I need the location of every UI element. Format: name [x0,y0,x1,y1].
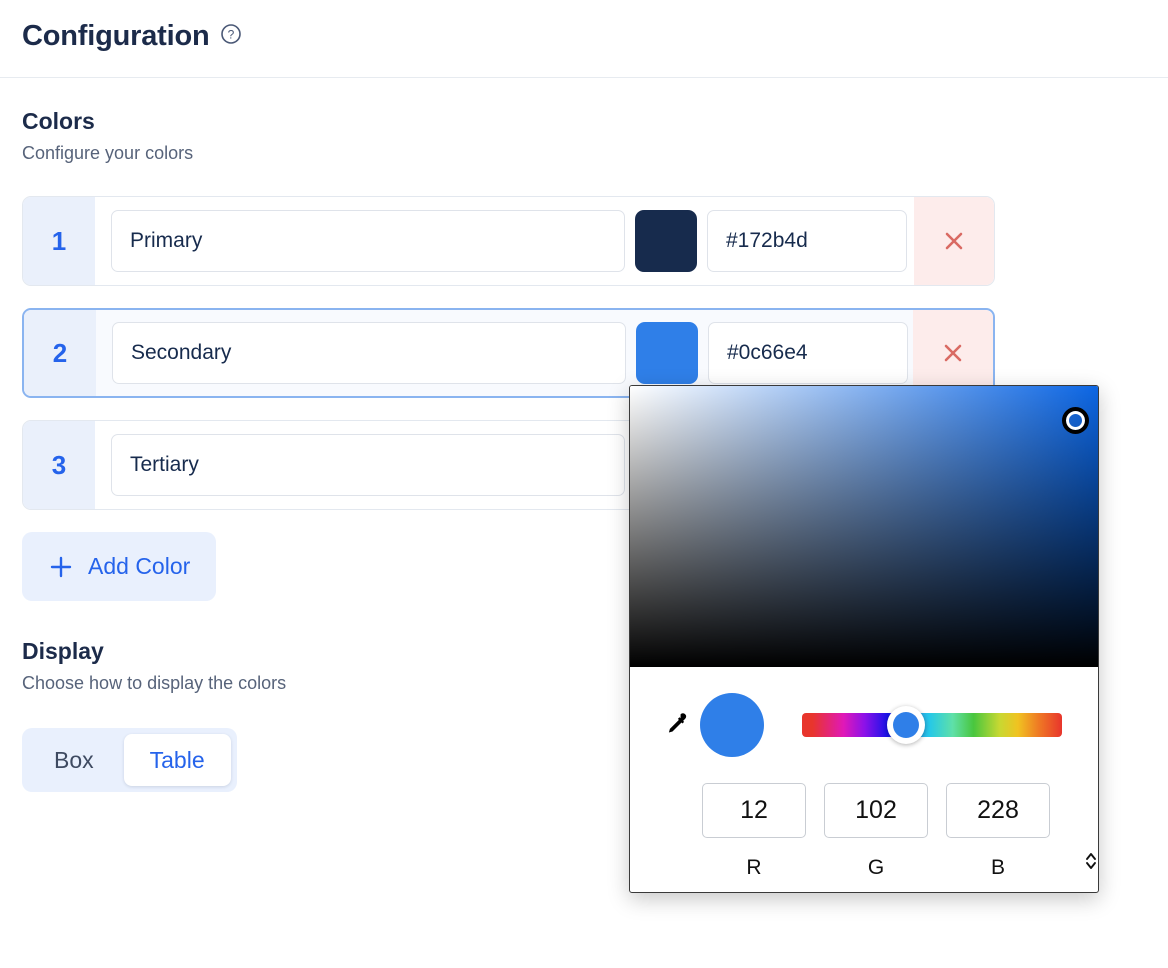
row-index-badge: 3 [23,421,95,509]
display-mode-segmented-control: Box Table [22,728,237,792]
green-channel-input[interactable]: 102 [824,783,928,838]
color-hex-input[interactable]: #172b4d [707,210,907,272]
delete-color-button[interactable] [914,197,994,285]
add-color-button[interactable]: Add Color [22,532,216,601]
color-name-input[interactable]: Tertiary [111,434,625,496]
saturation-handle[interactable] [1062,407,1089,434]
color-name-input[interactable]: Secondary [112,322,626,384]
red-channel-label: R [702,856,806,880]
red-channel-input[interactable]: 12 [702,783,806,838]
color-format-toggle[interactable] [1082,783,1099,880]
colors-section-subtitle: Configure your colors [22,143,193,164]
color-picker-popover: 12 R 102 G 228 B [629,385,1099,893]
chevron-up-down-icon [1082,848,1099,874]
app-root: Configuration ? Colors Configure your co… [0,0,1168,968]
rgb-fields: 12 R 102 G 228 B [654,783,1074,880]
color-name-input[interactable]: Primary [111,210,625,272]
colors-section-title: Colors [22,108,193,135]
blue-channel-input[interactable]: 228 [946,783,1050,838]
table-row[interactable]: 1 Primary #172b4d [22,196,995,286]
close-icon [938,338,968,368]
display-section-subtitle: Choose how to display the colors [22,673,286,694]
svg-text:?: ? [228,27,235,41]
close-icon [939,226,969,256]
color-swatch-button[interactable] [636,322,698,384]
display-mode-option-table[interactable]: Table [124,734,231,786]
green-channel-label: G [824,856,928,880]
delete-color-button[interactable] [913,310,993,396]
color-swatch-button[interactable] [635,210,697,272]
blue-channel-label: B [946,856,1050,880]
display-mode-option-box[interactable]: Box [28,734,120,786]
page-title: Configuration [22,20,209,53]
eyedropper-icon[interactable] [654,710,696,740]
display-section-header: Display Choose how to display the colors [22,638,286,694]
question-circle-icon[interactable]: ? [220,23,242,50]
row-index-badge: 2 [24,310,96,396]
add-color-label: Add Color [88,553,190,580]
color-hex-input[interactable]: #0c66e4 [708,322,908,384]
plus-icon [48,554,74,580]
row-index-badge: 1 [23,197,95,285]
colors-section-header: Colors Configure your colors [22,108,193,164]
display-section-title: Display [22,638,286,665]
hue-handle[interactable] [887,706,925,744]
page-header: Configuration ? [0,0,1168,78]
selected-color-preview [700,693,764,757]
hue-track [802,713,1062,737]
hue-slider[interactable] [802,713,1062,737]
saturation-value-area[interactable] [630,386,1098,667]
